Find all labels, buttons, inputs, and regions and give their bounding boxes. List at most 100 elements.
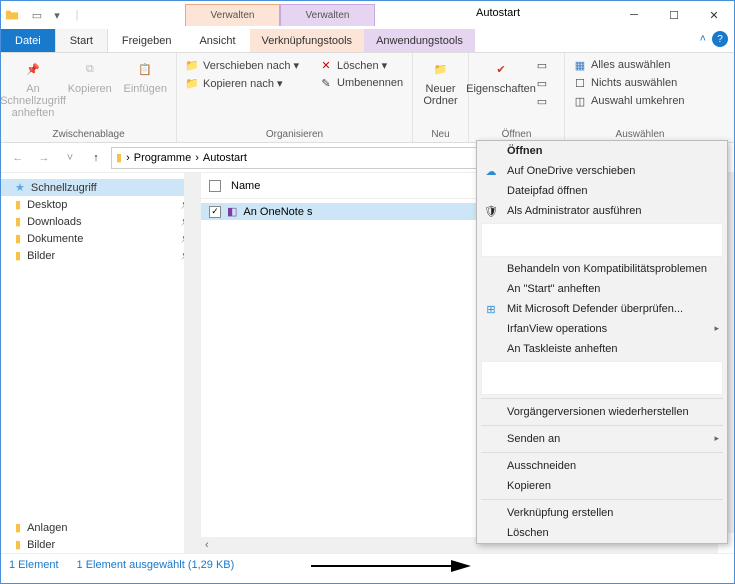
ctx-label: IrfanView operations	[507, 323, 607, 335]
ribbon: 📌 An Schnellzugriff anheften ⧉ Kopieren …	[1, 53, 734, 143]
sidebar-item-attachments[interactable]: ▮Anlagen	[1, 519, 200, 536]
path-folder-icon: ▮	[116, 151, 122, 164]
nav-up-button[interactable]: ↑	[85, 147, 107, 169]
edit-small-button[interactable]: ▭	[533, 75, 551, 91]
ctx-taskbar[interactable]: An Taskleiste anheften	[477, 339, 727, 359]
copy-to-button[interactable]: 📁Kopieren nach ▾	[183, 75, 301, 91]
select-none-button[interactable]: ☐Nichts auswählen	[571, 75, 687, 91]
move-to-button[interactable]: 📁Verschieben nach ▾	[183, 57, 301, 73]
tab-shortcut-tools[interactable]: Verknüpfungstools	[250, 29, 365, 52]
item-name: An OneNote s	[243, 206, 312, 218]
edit-icon: ▭	[535, 76, 549, 90]
ctx-pin-start[interactable]: An "Start" anheften	[477, 279, 727, 299]
nav-back-button[interactable]: ←	[7, 147, 29, 169]
ctx-open-path[interactable]: Dateipfad öffnen	[477, 181, 727, 201]
ctx-blank2	[481, 361, 723, 395]
sidebar-item-documents[interactable]: ▮Dokumente📌	[1, 230, 200, 247]
ctx-separator	[481, 452, 723, 453]
folder-icon: ▮	[15, 215, 21, 228]
rename-button[interactable]: ✎Umbenennen	[317, 75, 405, 91]
chevron-right-icon: ▸	[714, 323, 719, 334]
ctx-onedrive[interactable]: ☁Auf OneDrive verschieben	[477, 161, 727, 181]
rename-icon: ✎	[319, 76, 333, 90]
delete-button[interactable]: ✕Löschen ▾	[317, 57, 405, 73]
sidebar-item-pictures2[interactable]: ▮Bilder	[1, 536, 200, 553]
nav-forward-button[interactable]: →	[33, 147, 55, 169]
column-name[interactable]: Name	[231, 180, 260, 192]
qat-properties-icon[interactable]: ▭	[29, 7, 45, 23]
copyto-icon: 📁	[185, 76, 199, 90]
annotation-arrow	[311, 556, 471, 576]
folder-icon: ▮	[15, 249, 21, 262]
tab-file[interactable]: Datei	[1, 29, 55, 52]
maximize-button[interactable]: ☐	[654, 1, 694, 29]
ctx-cut[interactable]: Ausschneiden	[477, 456, 727, 476]
ctx-prev-versions[interactable]: Vorgängerversionen wiederherstellen	[477, 402, 727, 422]
ctx-irfan[interactable]: IrfanView operations ▸	[477, 319, 727, 339]
select-all-checkbox[interactable]	[209, 180, 221, 192]
new-folder-label: Neuer Ordner	[419, 83, 462, 107]
invert-label: Auswahl umkehren	[591, 95, 685, 107]
shortcut-icon: ◧	[227, 205, 237, 218]
select-all-label: Alles auswählen	[591, 59, 671, 71]
scroll-left-icon[interactable]: ‹	[201, 539, 213, 551]
ctx-run-admin[interactable]: 🛡Als Administrator ausführen	[477, 201, 727, 221]
folder-icon: ▮	[15, 521, 21, 534]
copy-button[interactable]: ⧉ Kopieren	[65, 57, 115, 95]
path-seg-autostart[interactable]: Autostart	[203, 152, 247, 164]
pin-quickaccess-button[interactable]: 📌 An Schnellzugriff anheften	[7, 57, 59, 119]
invert-selection-button[interactable]: ◫Auswahl umkehren	[571, 93, 687, 109]
open-small-button[interactable]: ▭	[533, 57, 551, 73]
ctx-delete[interactable]: Löschen	[477, 523, 727, 543]
sidebar-quick-access[interactable]: ★ Schnellzugriff	[1, 179, 200, 196]
sidebar-item-label: Desktop	[27, 199, 67, 211]
title-bar: ▭ ▾ | Verwalten Verwalten Autostart ─ ☐ …	[1, 1, 734, 29]
help-icon[interactable]: ?	[712, 31, 728, 47]
sidebar-item-desktop[interactable]: ▮Desktop📌	[1, 196, 200, 213]
sidebar-quick-label: Schnellzugriff	[31, 182, 97, 194]
breadcrumb[interactable]: ▮ › Programme › Autostart ˅	[111, 147, 538, 169]
history-small-button[interactable]: ▭	[533, 93, 551, 109]
manage-tab-application[interactable]: Verwalten	[280, 4, 375, 26]
navigation-pane: ★ Schnellzugriff ▮Desktop📌 ▮Downloads📌 ▮…	[1, 173, 201, 553]
select-all-button[interactable]: ▦Alles auswählen	[571, 57, 687, 73]
group-new-label: Neu	[419, 129, 462, 140]
sidebar-scrollbar[interactable]	[184, 173, 200, 553]
defender-icon: ⊞	[483, 301, 499, 317]
properties-button[interactable]: ✔ Eigenschaften	[475, 57, 527, 95]
ribbon-tabs: Datei Start Freigeben Ansicht Verknüpfun…	[1, 29, 734, 53]
folder-icon: ▮	[15, 538, 21, 551]
ctx-defender[interactable]: ⊞Mit Microsoft Defender überprüfen...	[477, 299, 727, 319]
star-icon: ★	[15, 181, 25, 194]
ctx-blank	[481, 223, 723, 257]
ctx-label: Auf OneDrive verschieben	[507, 165, 635, 177]
qat-new-icon[interactable]: ▾	[49, 7, 65, 23]
manage-tab-shortcut[interactable]: Verwalten	[185, 4, 280, 26]
paste-button[interactable]: 📋 Einfügen	[121, 57, 171, 95]
sidebar-item-downloads[interactable]: ▮Downloads📌	[1, 213, 200, 230]
ctx-send-to[interactable]: Senden an▸	[477, 429, 727, 449]
tab-start[interactable]: Start	[55, 29, 108, 52]
path-seg-programs[interactable]: Programme	[134, 152, 191, 164]
copy-icon: ⧉	[78, 57, 102, 81]
minimize-button[interactable]: ─	[614, 1, 654, 29]
ctx-compat[interactable]: Behandeln von Kompatibilitätsproblemen	[477, 259, 727, 279]
move-icon: 📁	[185, 58, 199, 72]
qat-divider: |	[69, 7, 85, 23]
new-folder-button[interactable]: 📁 Neuer Ordner	[419, 57, 462, 107]
ctx-shortcut[interactable]: Verknüpfung erstellen	[477, 503, 727, 523]
ctx-open[interactable]: Öffnen	[477, 141, 727, 161]
tab-view[interactable]: Ansicht	[185, 29, 249, 52]
item-checkbox[interactable]: ✓	[209, 206, 221, 218]
tab-app-tools[interactable]: Anwendungstools	[364, 29, 475, 52]
chevron-right-icon: ▸	[714, 433, 719, 444]
delete-label: Löschen ▾	[337, 59, 387, 72]
ctx-copy[interactable]: Kopieren	[477, 476, 727, 496]
nav-recent-button[interactable]: ˅	[59, 147, 81, 169]
close-button[interactable]: ✕	[694, 1, 734, 29]
pin-icon: 📌	[21, 57, 45, 81]
ctx-separator	[481, 398, 723, 399]
sidebar-item-pictures[interactable]: ▮Bilder📌	[1, 247, 200, 264]
ribbon-collapse-icon[interactable]: ˄	[700, 33, 706, 45]
tab-share[interactable]: Freigeben	[108, 29, 186, 52]
